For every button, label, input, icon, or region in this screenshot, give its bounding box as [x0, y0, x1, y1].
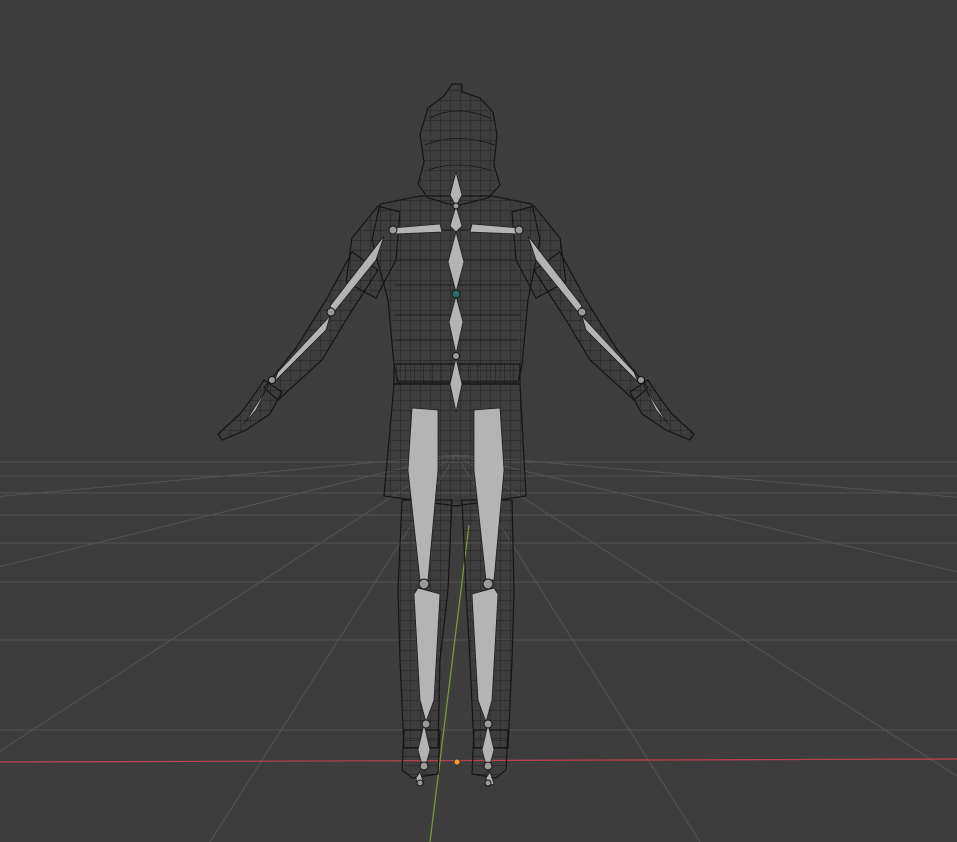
joint-right-wrist: [637, 376, 645, 384]
joint-chest: [451, 289, 461, 299]
joint-neck: [452, 202, 460, 210]
joint-left-toe: [416, 779, 424, 787]
joint-right-ankle: [483, 719, 493, 729]
joint-spine: [452, 352, 460, 360]
joint-left-heel: [419, 761, 429, 771]
joint-left-ankle: [421, 719, 431, 729]
joint-left-wrist: [268, 376, 276, 384]
joint-left-elbow: [326, 307, 336, 317]
viewport-canvas[interactable]: [0, 0, 957, 842]
joint-left-shoulder: [388, 225, 398, 235]
joint-right-shoulder: [514, 225, 524, 235]
joint-right-elbow: [577, 307, 587, 317]
joint-right-heel: [483, 761, 493, 771]
object-origin-dot[interactable]: [453, 758, 461, 766]
joint-right-knee: [482, 578, 494, 590]
joint-left-knee: [418, 578, 430, 590]
3d-viewport[interactable]: [0, 0, 957, 842]
joint-right-toe: [484, 779, 492, 787]
right-hand: [629, 379, 695, 441]
left-hand: [217, 379, 283, 441]
